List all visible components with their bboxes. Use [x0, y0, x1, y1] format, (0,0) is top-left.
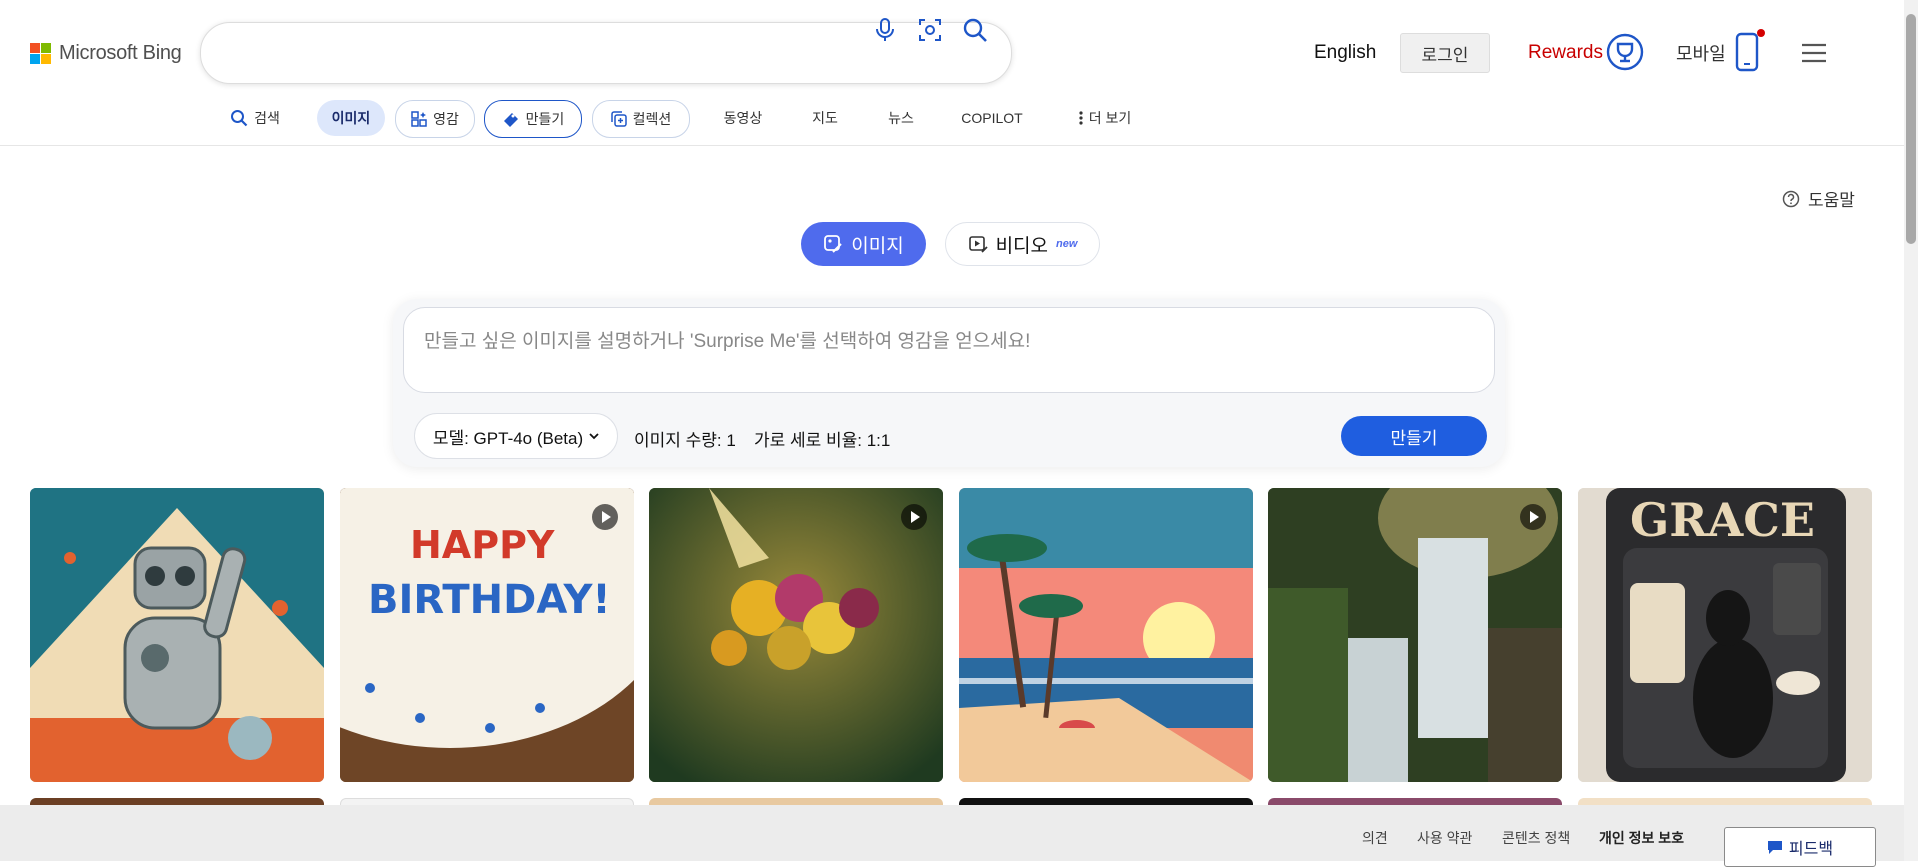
happy-birthday-cake-image: HAPPY BIRTHDAY! — [340, 488, 634, 782]
nav-maps[interactable]: 지도 — [800, 100, 850, 136]
nav-copilot-label: COPILOT — [961, 110, 1023, 126]
visual-search-icon[interactable] — [915, 15, 945, 45]
nav-videos-label: 동영상 — [723, 110, 763, 126]
bing-logo[interactable]: Microsoft Bing — [30, 42, 182, 64]
video-play-icon — [592, 504, 618, 530]
nav-videos[interactable]: 동영상 — [712, 100, 774, 136]
search-icon — [231, 110, 248, 127]
collections-icon — [610, 111, 627, 127]
aspect-ratio-setting[interactable]: 가로 세로 비율: 1:1 — [754, 426, 890, 451]
nav-more[interactable]: 더 보기 — [1068, 100, 1142, 136]
nav-images-label: 이미지 — [331, 110, 371, 126]
chevron-down-icon — [589, 433, 599, 440]
gallery-tile-3[interactable] — [959, 488, 1253, 782]
nav-copilot[interactable]: COPILOT — [955, 100, 1029, 136]
tab-video[interactable]: 비디오 new — [945, 222, 1100, 266]
more-vertical-icon — [1079, 111, 1083, 125]
microsoft-logo-icon — [30, 42, 51, 64]
footer-content-policy-link[interactable]: 콘텐츠 정책 — [1502, 828, 1570, 848]
video-play-icon — [1520, 504, 1546, 530]
nav-more-label: 더 보기 — [1088, 110, 1132, 126]
scope-nav: 검색 이미지 영감 만들기 컬렉션 동영상 지도 뉴스 COPILOT 더 보기 — [0, 100, 1918, 145]
nav-news-label: 뉴스 — [888, 110, 914, 126]
footer-terms-link[interactable]: 사용 약관 — [1417, 828, 1472, 848]
gallery-tile-4[interactable] — [1268, 488, 1562, 782]
microphone-icon[interactable] — [870, 15, 900, 45]
model-dropdown[interactable]: 모델: GPT-4o (Beta) — [414, 413, 618, 459]
nav-inspiration-label: 영감 — [433, 111, 459, 127]
footer-privacy-link[interactable]: 개인 정보 보호 — [1599, 828, 1684, 848]
svg-text:GRACE: GRACE — [1630, 493, 1815, 547]
nav-images[interactable]: 이미지 — [317, 100, 385, 136]
nav-collections-label: 컬렉션 — [632, 111, 672, 127]
new-badge: new — [1056, 238, 1078, 250]
footer-feedback-link[interactable]: 의견 — [1362, 828, 1388, 848]
create-button[interactable]: 만들기 — [1341, 416, 1487, 456]
image-create-icon — [824, 235, 842, 253]
rewards-trophy-icon[interactable] — [1606, 33, 1644, 71]
prompt-textarea[interactable]: 만들고 싶은 이미지를 설명하거나 'Surprise Me'를 선택하여 영감… — [403, 307, 1495, 393]
tab-video-label: 비디오 — [995, 235, 1049, 257]
hamburger-menu-icon[interactable] — [1800, 42, 1828, 64]
gallery-tile-0[interactable] — [30, 488, 324, 782]
create-icon — [503, 113, 518, 127]
nav-create-label: 만들기 — [525, 111, 565, 127]
help-icon — [1782, 190, 1800, 207]
image-count-setting[interactable]: 이미지 수량: 1 — [634, 426, 736, 451]
nav-create[interactable]: 만들기 — [484, 100, 582, 138]
svg-text:BIRTHDAY!: BIRTHDAY! — [368, 577, 611, 623]
nav-divider — [0, 145, 1918, 146]
nav-maps-label: 지도 — [812, 110, 838, 126]
nav-collections[interactable]: 컬렉션 — [592, 100, 690, 138]
scrollbar-thumb[interactable] — [1906, 14, 1916, 244]
nav-news[interactable]: 뉴스 — [876, 100, 926, 136]
mobile-link[interactable]: 모바일 — [1676, 40, 1726, 66]
tab-image-label: 이미지 — [851, 235, 904, 257]
tab-image[interactable]: 이미지 — [801, 222, 926, 266]
gallery-tile-1[interactable]: HAPPY BIRTHDAY! — [340, 488, 634, 782]
nav-search[interactable]: 검색 — [223, 100, 287, 136]
video-create-icon — [968, 236, 988, 253]
nav-search-label: 검색 — [254, 110, 280, 126]
help-link[interactable]: 도움말 — [1782, 186, 1855, 211]
feedback-button[interactable]: 피드백 — [1724, 827, 1876, 867]
gallery-tile-2[interactable] — [649, 488, 943, 782]
inspiration-icon — [411, 111, 427, 127]
svg-text:HAPPY: HAPPY — [410, 523, 555, 567]
login-button[interactable]: 로그인 — [1400, 33, 1490, 73]
model-label: 모델: GPT-4o (Beta) — [432, 428, 584, 448]
waterfall-forest-image — [1268, 488, 1562, 782]
grace-dog-box-image: GRACE — [1578, 488, 1872, 782]
notification-dot — [1757, 29, 1765, 37]
hummingbird-flowers-image — [649, 488, 943, 782]
video-play-icon — [901, 504, 927, 530]
chat-bubble-icon — [1767, 841, 1782, 854]
nav-inspiration[interactable]: 영감 — [395, 100, 475, 138]
gallery-tile-5[interactable]: GRACE — [1578, 488, 1872, 782]
help-label: 도움말 — [1808, 191, 1855, 210]
retro-robot-image — [30, 488, 324, 782]
pixel-beach-sunset-image — [959, 488, 1253, 782]
rewards-link[interactable]: Rewards — [1528, 42, 1603, 64]
language-link[interactable]: English — [1314, 42, 1376, 64]
mobile-phone-icon[interactable] — [1735, 32, 1759, 72]
search-icon[interactable] — [960, 15, 990, 45]
feedback-label: 피드백 — [1788, 841, 1834, 858]
logo-text: Microsoft Bing — [59, 41, 182, 64]
